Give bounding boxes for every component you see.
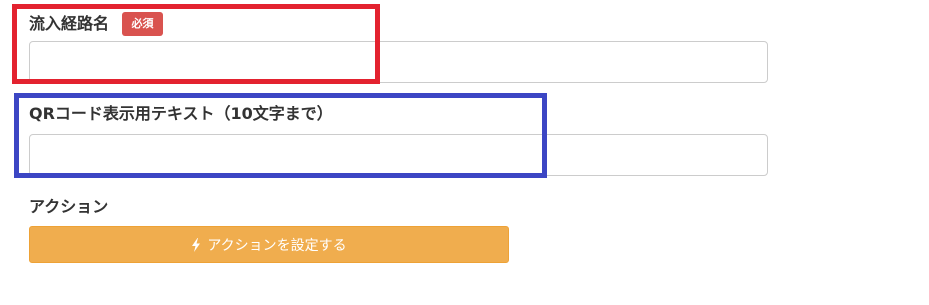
set-action-button[interactable]: アクションを設定する — [29, 226, 509, 263]
qr-text-input[interactable] — [29, 134, 768, 176]
qr-text-label: QRコード表示用テキスト（10文字まで） — [29, 104, 333, 123]
action-label: アクション — [29, 197, 109, 216]
form-page: 流入経路名 必須 QRコード表示用テキスト（10文字まで） アクション アクショ… — [0, 0, 929, 305]
route-name-label: 流入経路名 — [29, 14, 110, 33]
lightning-bolt-icon — [191, 237, 201, 252]
set-action-button-label: アクションを設定する — [207, 237, 347, 254]
required-badge: 必須 — [122, 12, 163, 36]
route-name-input[interactable] — [29, 41, 768, 83]
